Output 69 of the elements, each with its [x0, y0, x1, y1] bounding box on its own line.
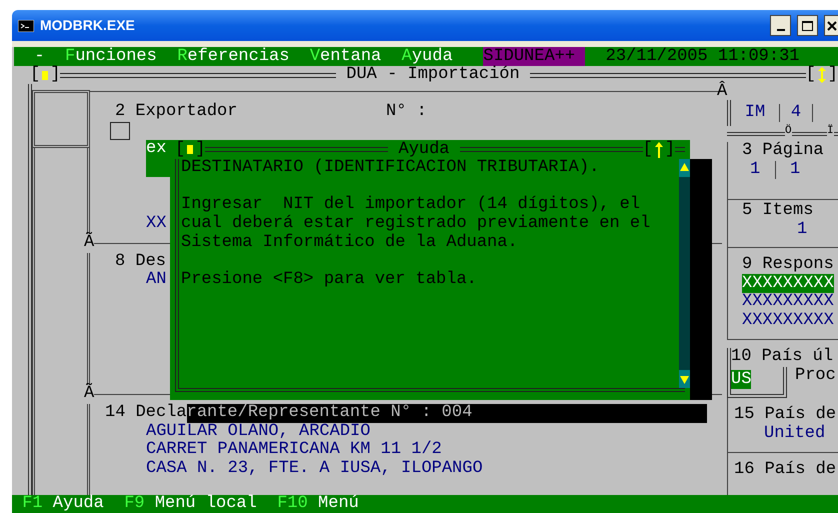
junction-mark: Ã	[84, 234, 94, 253]
field-label: 14 Decla	[105, 404, 187, 423]
help-text: DESTINATARIO (IDENTIFICACION TRIBUTARIA).	[181, 159, 600, 178]
menu-item[interactable]: Funciones	[64, 47, 157, 66]
bracket: ]	[828, 66, 838, 84]
doc-count: 4	[790, 102, 802, 124]
field-label: 16 País de	[734, 461, 836, 480]
checkbox[interactable]	[110, 122, 130, 140]
field-label: 2 Exportador	[115, 103, 238, 122]
list-item[interactable]: XXXXXXXXX	[742, 292, 834, 312]
junction-mark: Ã	[84, 385, 94, 404]
bracket: ]	[50, 66, 60, 84]
list-item[interactable]: XXXXXXXXX	[742, 311, 834, 330]
date-time: 23/11/2005 11:09:31	[606, 47, 800, 66]
up-arrow-icon	[654, 142, 663, 158]
close-icon	[827, 20, 837, 30]
function-key-hint[interactable]: F10 Menú	[277, 495, 359, 513]
scrollbar[interactable]	[679, 159, 690, 388]
field-label: rante/Representante N° : 004	[186, 404, 707, 423]
country-code[interactable]: US	[731, 370, 752, 389]
popup-title: Ayuda	[398, 138, 450, 159]
console-icon	[18, 20, 34, 32]
address-line: AGUILAR OLANO, ARCADIO	[146, 422, 370, 442]
bracket: [	[30, 66, 40, 84]
help-text: Ingresar NIT del importador (14 dígitos), el cual deberá estar registrado previamente en el Sistema Informático de la Aduana.	[181, 196, 652, 252]
field-value: XX	[146, 215, 166, 234]
field-label: N° :	[386, 103, 427, 122]
bracket: [	[642, 138, 653, 161]
list-item[interactable]: XXXXXXXXX	[742, 274, 834, 293]
menu-item[interactable]: Ventana	[310, 47, 382, 66]
page-number: 1	[750, 160, 762, 180]
close-button[interactable]	[824, 15, 838, 36]
page-count: 1	[790, 160, 800, 180]
field-label: 5 Items	[742, 202, 814, 221]
window-title: MODBRK.EXE	[40, 16, 135, 35]
field-label: 10 País úl	[731, 348, 834, 367]
bracket: ]	[664, 138, 676, 161]
function-key-hint[interactable]: F9 Menú local	[124, 495, 257, 513]
junction-mark: Ö	[785, 126, 792, 136]
field-value: AN	[146, 271, 166, 290]
bracket: [	[806, 66, 816, 84]
field-label: Proc	[795, 366, 836, 385]
form-title: DUA - Importación	[345, 66, 521, 84]
app-badge: SIDUNEA++	[483, 47, 586, 66]
help-text: Presione <F8> para ver tabla.	[181, 271, 478, 290]
doc-type: IM	[744, 102, 766, 124]
function-key-hint[interactable]: F1 Ayuda	[22, 495, 104, 513]
minimize-button[interactable]	[770, 15, 791, 36]
address-line: CASA N. 23, FTE. A IUSA, ILOPANGO	[146, 460, 483, 479]
item-count: 1	[797, 220, 808, 240]
maximize-button[interactable]	[797, 15, 818, 36]
junction-mark: Â	[717, 82, 728, 101]
maximize-icon	[802, 20, 813, 30]
junction-mark: Ï	[827, 126, 834, 136]
menu-item[interactable]: Ayuda	[402, 47, 453, 66]
field-label: 9 Respons	[742, 256, 834, 275]
menu-item[interactable]: Referencias	[177, 47, 290, 66]
field-label: 3 Página	[742, 142, 824, 161]
field-value: United	[764, 424, 826, 444]
system-menu[interactable]: -	[34, 47, 45, 66]
bracket: ]	[195, 138, 206, 160]
bracket: [	[175, 138, 186, 160]
up-down-arrow-icon	[818, 67, 826, 83]
square-icon	[42, 70, 48, 80]
field-label: 8 Des	[115, 252, 166, 272]
square-icon	[187, 145, 194, 154]
minimize-icon	[776, 29, 784, 31]
field-label: 15 País de	[734, 406, 836, 424]
address-line: CARRET PANAMERICANA KM 11 1/2	[146, 441, 442, 460]
